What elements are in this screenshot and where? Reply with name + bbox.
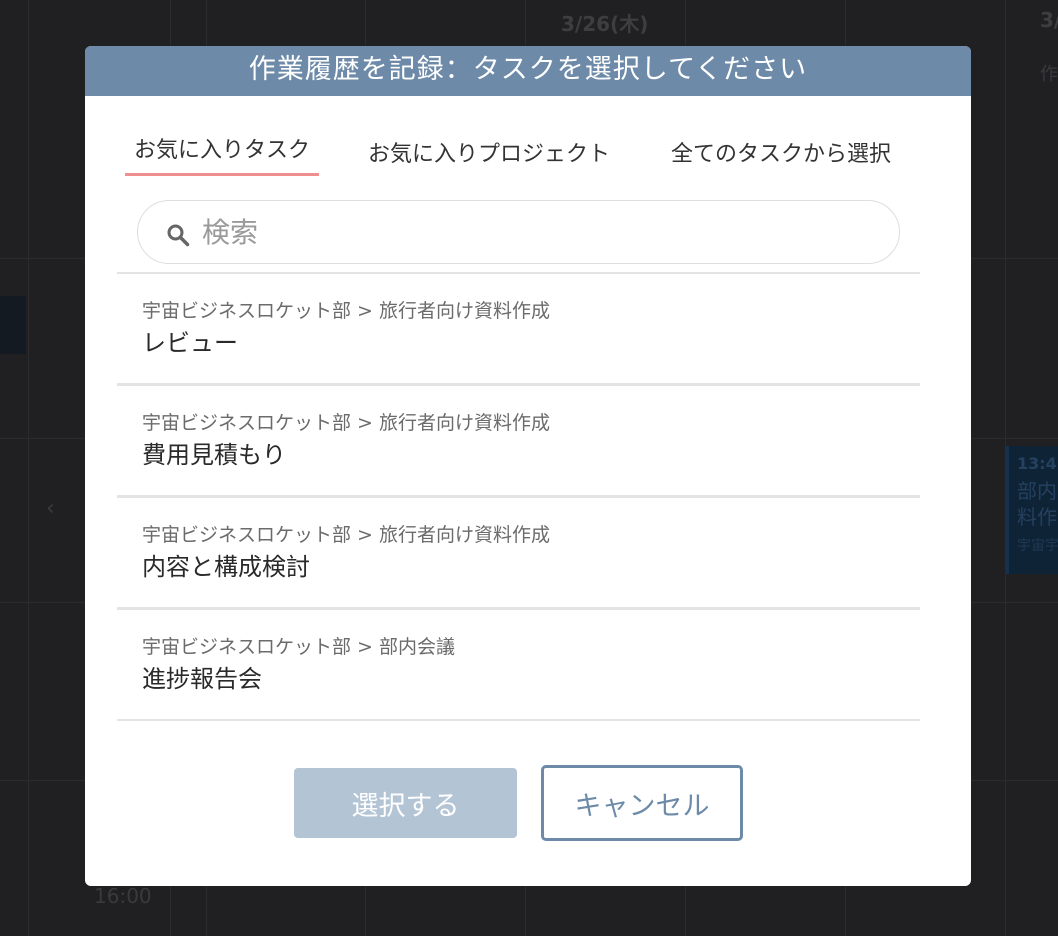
- task-path: 宇宙ビジネスロケット部 > 部内会議: [142, 636, 455, 658]
- tab-label: 全てのタスクから選択: [671, 142, 892, 167]
- event-title: 部内料作: [1017, 479, 1057, 529]
- task-item[interactable]: 宇宙ビジネスロケット部 > 部内会議 進捗報告会: [117, 610, 920, 719]
- active-tab-indicator: [125, 173, 320, 176]
- chevron-left-icon[interactable]: ‹: [46, 496, 55, 521]
- task-path: 宇宙ビジネスロケット部 > 旅行者向け資料作成: [142, 524, 551, 546]
- search-box[interactable]: [137, 200, 900, 264]
- date-header: 3/26(木): [561, 12, 649, 36]
- calendar-event[interactable]: 13:4 部内料作 宇宙宇宙: [1006, 446, 1058, 574]
- task-path: 宇宙ビジネスロケット部 > 旅行者向け資料作成: [142, 412, 551, 434]
- task-select-dialog: 作業履歴を記録：タスクを選択してください お気に入りタスク お気に入りプロジェク…: [85, 46, 971, 886]
- task-name: 進捗報告会: [142, 665, 262, 693]
- tab-label: お気に入りプロジェクト: [368, 142, 611, 167]
- time-label: 16:00: [94, 884, 152, 908]
- task-item[interactable]: 宇宙ビジネスロケット部 > 旅行者向け資料作成 レビュー: [117, 274, 920, 383]
- task-path: 宇宙ビジネスロケット部 > 旅行者向け資料作成: [142, 300, 551, 322]
- task-name: 費用見積もり: [142, 441, 286, 469]
- tab-favorite-tasks[interactable]: お気に入りタスク: [125, 132, 320, 176]
- event-subtitle: 宇宙宇宙: [1017, 538, 1058, 554]
- select-button[interactable]: 選択する: [294, 768, 517, 838]
- tab-favorite-projects[interactable]: お気に入りプロジェクト: [368, 136, 610, 168]
- cancel-button[interactable]: キャンセル: [541, 765, 743, 841]
- divider: [117, 719, 920, 721]
- search-icon: [167, 224, 190, 247]
- date-header-next: 3/: [1040, 8, 1058, 32]
- search-input[interactable]: [202, 211, 862, 253]
- task-list: 宇宙ビジネスロケット部 > 旅行者向け資料作成 レビュー 宇宙ビジネスロケット部…: [117, 272, 920, 721]
- tab-all-tasks[interactable]: 全てのタスクから選択: [671, 136, 891, 168]
- task-item[interactable]: 宇宙ビジネスロケット部 > 旅行者向け資料作成 費用見積もり: [117, 386, 920, 495]
- tab-bar: お気に入りタスク お気に入りプロジェクト 全てのタスクから選択: [125, 132, 931, 176]
- day-snippet: 作: [1040, 64, 1058, 85]
- dialog-title: 作業履歴を記録：タスクを選択してください: [85, 46, 971, 96]
- sidebar-block: [0, 296, 26, 354]
- grid-line: [28, 0, 29, 936]
- task-name: レビュー: [142, 329, 238, 357]
- task-name: 内容と構成検討: [142, 553, 310, 581]
- tab-label: お気に入りタスク: [134, 138, 311, 163]
- task-item[interactable]: 宇宙ビジネスロケット部 > 旅行者向け資料作成 内容と構成検討: [117, 498, 920, 607]
- event-time: 13:4: [1017, 454, 1057, 473]
